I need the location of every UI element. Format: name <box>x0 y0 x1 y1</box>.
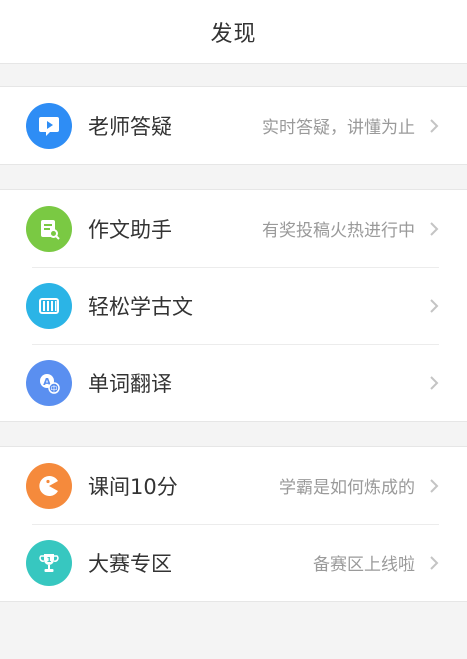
chevron-right-icon <box>425 220 443 238</box>
section-gap <box>0 165 467 189</box>
chevron-right-icon <box>425 554 443 572</box>
row-break-10min[interactable]: 课间10分 学霸是如何炼成的 <box>0 447 467 524</box>
chevron-right-icon <box>425 374 443 392</box>
row-label: 单词翻译 <box>88 371 172 396</box>
row-label: 课间10分 <box>88 474 178 499</box>
group-teacher: 老师答疑 实时答疑，讲懂为止 <box>0 86 467 165</box>
row-teacher-qa[interactable]: 老师答疑 实时答疑，讲懂为止 <box>0 87 467 164</box>
pacman-icon <box>26 462 72 509</box>
row-classical-chinese[interactable]: 轻松学古文 <box>0 267 467 344</box>
svg-text:1: 1 <box>47 556 52 564</box>
row-word-translate[interactable]: A 中 单词翻译 <box>0 344 467 421</box>
row-subtitle: 实时答疑，讲懂为止 <box>262 118 415 138</box>
video-bubble-icon <box>26 102 72 149</box>
svg-text:中: 中 <box>51 384 58 393</box>
section-gap <box>0 64 467 86</box>
row-competition-zone[interactable]: 1 大赛专区 备赛区上线啦 <box>0 524 467 601</box>
nav-bar: 发现 <box>0 0 467 64</box>
row-label: 大赛专区 <box>88 551 172 576</box>
trophy-icon: 1 <box>26 539 72 586</box>
document-search-icon <box>26 205 72 252</box>
page-title: 发现 <box>210 21 257 47</box>
row-subtitle: 备赛区上线啦 <box>313 555 415 575</box>
chevron-right-icon <box>425 477 443 495</box>
section-gap <box>0 422 467 446</box>
chevron-right-icon <box>425 117 443 135</box>
abacus-icon <box>26 282 72 329</box>
row-label: 作文助手 <box>88 217 172 242</box>
row-label: 老师答疑 <box>88 114 172 139</box>
group-learning: 作文助手 有奖投稿火热进行中 轻松学古文 A 中 单词翻译 <box>0 189 467 422</box>
row-subtitle: 学霸是如何炼成的 <box>279 478 415 498</box>
group-fun: 课间10分 学霸是如何炼成的 1 大赛专区 备赛区上线啦 <box>0 446 467 602</box>
row-subtitle: 有奖投稿火热进行中 <box>262 221 415 241</box>
row-label: 轻松学古文 <box>88 294 193 319</box>
row-essay-helper[interactable]: 作文助手 有奖投稿火热进行中 <box>0 190 467 267</box>
chevron-right-icon <box>425 297 443 315</box>
translate-icon: A 中 <box>26 359 72 406</box>
